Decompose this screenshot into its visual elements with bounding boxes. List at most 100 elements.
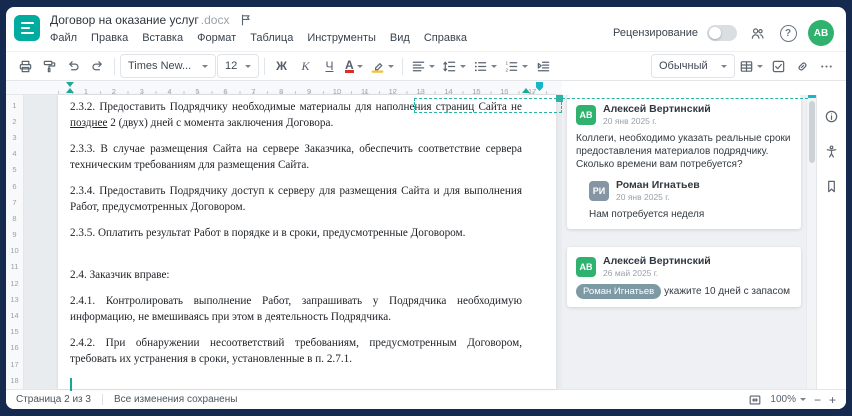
review-mode-toggle[interactable] — [707, 25, 737, 41]
zoom-level-select[interactable]: 100% — [770, 394, 806, 406]
comment-header: АВ Алексей Вертинский 20 янв 2025 г. — [576, 103, 792, 126]
vertical-scrollbar[interactable] — [806, 95, 816, 389]
menu-item[interactable]: Формат — [197, 32, 236, 44]
font-family-select[interactable]: Times New... — [120, 54, 216, 78]
menu-item[interactable]: Вставка — [142, 32, 183, 44]
ruler-number: 7 — [12, 197, 17, 207]
paragraph-style-value: Обычный — [659, 60, 708, 72]
help-button[interactable]: ? — [777, 22, 799, 44]
ruler-number: 13 — [10, 294, 19, 304]
toolbar: Times New... 12 Ж К Ч А 1 2 Обычный — [6, 51, 846, 81]
comment-avatar: АВ — [576, 104, 596, 125]
ruler-number: 9 — [12, 230, 17, 240]
print-button[interactable] — [14, 54, 37, 78]
document-title-row: Договор на оказание услуг .docx — [50, 12, 613, 28]
doc-paragraph: 2.4. Заказчик вправе: — [70, 268, 170, 281]
numbered-list-icon: 12 — [505, 60, 517, 72]
bookmarks-button[interactable] — [821, 175, 843, 197]
copy-style-button[interactable] — [38, 54, 61, 78]
menu-item[interactable]: Вид — [390, 32, 410, 44]
reply-author: Роман Игнатьев — [616, 179, 700, 191]
collaborators-button[interactable] — [746, 22, 768, 44]
paragraph-style-select[interactable]: Обычный — [651, 54, 735, 78]
vertical-ruler[interactable]: 1 2 3 4 5 6 7 8 9 10 11 12 13 14 15 16 17 18 — [6, 95, 24, 389]
mention-chip[interactable]: Роман Игнатьев — [576, 284, 662, 299]
people-icon — [751, 27, 764, 39]
highlight-color-button[interactable] — [367, 54, 397, 78]
menu-item[interactable]: Файл — [50, 32, 77, 44]
scrollbar-thumb[interactable] — [809, 101, 815, 163]
comment-author: Алексей Вертинский — [603, 255, 711, 267]
menu-item[interactable]: Справка — [424, 32, 467, 44]
accessibility-button[interactable] — [821, 140, 843, 162]
ruler-number: 6 — [12, 181, 17, 191]
comment-reply[interactable]: РИ Роман Игнатьев 20 янв 2025 г. Нам пот… — [576, 179, 792, 221]
title-and-menus: Договор на оказание услуг .docx Файл Прав… — [50, 12, 613, 44]
user-avatar[interactable]: АВ — [808, 20, 834, 46]
insert-checkbox-button[interactable] — [767, 54, 790, 78]
zoom-out-button[interactable]: − — [814, 394, 821, 406]
align-button[interactable] — [408, 54, 438, 78]
ruler-number: 15 — [10, 327, 19, 337]
horizontal-ruler[interactable]: 1234567891011121314151617 — [6, 81, 562, 96]
insert-link-button[interactable] — [791, 54, 814, 78]
help-icon: ? — [779, 24, 797, 42]
first-line-indent-marker[interactable] — [66, 82, 74, 87]
printer-icon — [19, 60, 32, 72]
accessibility-icon — [826, 144, 837, 158]
ruler-ticks — [58, 91, 560, 94]
paragraph-text: 2.3.2. Предоставить Подрядчику необходим… — [70, 101, 522, 113]
app-menu-button[interactable] — [14, 15, 40, 41]
menu-item[interactable]: Инструменты — [307, 32, 376, 44]
document-page[interactable]: 2.3.2. Предоставить Подрядчику необходим… — [58, 95, 556, 391]
italic-button[interactable]: К — [294, 54, 317, 78]
flag-button[interactable] — [239, 13, 253, 27]
indent-increase-button[interactable] — [532, 54, 555, 78]
numbered-list-button[interactable]: 12 — [501, 54, 531, 78]
left-indent-marker[interactable] — [66, 88, 74, 93]
line-spacing-button[interactable] — [439, 54, 469, 78]
font-size-select[interactable]: 12 — [217, 54, 259, 78]
link-icon — [798, 62, 807, 70]
comment-header: АВ Алексей Вертинский 26 май 2025 г. — [576, 255, 792, 278]
redo-button[interactable] — [86, 54, 109, 78]
undo-button[interactable] — [62, 54, 85, 78]
document-info-button[interactable] — [821, 105, 843, 127]
doc-paragraph: 2.3.4. Предоставить Подрядчику доступ к … — [70, 185, 522, 213]
zoom-in-button[interactable]: + — [829, 394, 836, 406]
bold-button[interactable]: Ж — [270, 54, 293, 78]
page-indicator[interactable]: Страница 2 из 3 — [16, 394, 91, 405]
reply-meta: Роман Игнатьев 20 янв 2025 г. — [616, 179, 700, 202]
comment-thread[interactable]: АВ Алексей Вертинский 26 май 2025 г. Ром… — [567, 247, 801, 307]
ruler-number: 3 — [12, 132, 17, 142]
document-title: Договор на оказание услуг — [50, 13, 199, 27]
doc-paragraph: 2.4.2. При обнаружении несоответствий тр… — [70, 337, 522, 365]
font-size-value: 12 — [225, 60, 238, 72]
line-spacing-icon — [442, 61, 455, 71]
ruler-number: 5 — [12, 165, 17, 175]
fit-page-button[interactable] — [748, 393, 762, 407]
flag-icon — [242, 14, 251, 26]
toolbar-divider — [401, 57, 403, 75]
format-brush-icon — [43, 60, 56, 72]
ruler-number: 11 — [10, 262, 19, 272]
redo-icon — [92, 60, 102, 70]
checkbox-icon — [772, 60, 785, 72]
menu-item[interactable]: Правка — [91, 32, 128, 44]
toolbar-more-button[interactable] — [815, 54, 838, 78]
ruler-number: 14 — [10, 311, 19, 321]
underline-button[interactable]: Ч — [318, 54, 341, 78]
document-extension: .docx — [200, 13, 230, 27]
menu-item[interactable]: Таблица — [250, 32, 293, 44]
bullet-list-button[interactable] — [470, 54, 500, 78]
doc-paragraph: 2.4.1. Контролировать выполнение Работ, … — [70, 295, 522, 323]
right-indent-marker[interactable] — [522, 88, 530, 93]
comment-meta: Алексей Вертинский 26 май 2025 г. — [603, 255, 711, 278]
document-canvas: 2.3.2. Предоставить Подрядчику необходим… — [24, 95, 562, 391]
font-color-button[interactable]: А — [342, 54, 366, 78]
ruler-number: 10 — [10, 246, 19, 256]
statusbar: Страница 2 из 3 Все изменения сохранены … — [6, 389, 846, 409]
insert-table-button[interactable] — [736, 54, 766, 78]
comment-thread[interactable]: АВ Алексей Вертинский 20 янв 2025 г. Кол… — [567, 95, 801, 229]
comment-author: Алексей Вертинский — [603, 103, 711, 115]
